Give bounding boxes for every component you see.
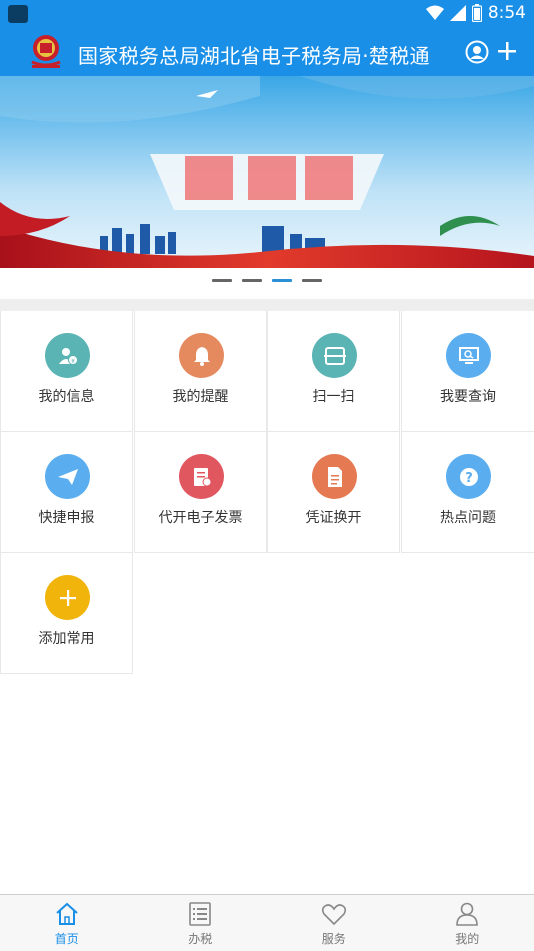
add-icon[interactable] xyxy=(496,40,518,62)
wifi-icon xyxy=(426,5,444,21)
home-icon xyxy=(54,901,80,927)
tab-label: 我的 xyxy=(401,930,534,947)
battery-icon xyxy=(472,4,482,22)
grid-item-my-info[interactable]: ¥ 我的信息 xyxy=(0,311,133,432)
grid-item-quick-declare[interactable]: 快捷申报 xyxy=(0,432,133,553)
grid-item-label: 凭证换开 xyxy=(268,507,399,527)
add-icon xyxy=(45,575,90,620)
status-bar: 8:54 xyxy=(0,0,534,28)
tab-home[interactable]: 首页 xyxy=(0,895,134,951)
list-icon xyxy=(187,901,213,927)
carousel-dot-active[interactable] xyxy=(272,279,292,282)
question-icon: ? xyxy=(446,454,491,499)
grid-item-add-favorite[interactable]: 添加常用 xyxy=(0,553,133,674)
svg-text:¥: ¥ xyxy=(71,358,75,365)
grid-item-label: 热点问题 xyxy=(402,507,534,527)
grid-item-label: 添加常用 xyxy=(1,628,132,648)
app-header: 国家税务总局湖北省电子税务局·楚税通 xyxy=(0,28,534,76)
user-info-icon: ¥ xyxy=(45,333,90,378)
tab-mine[interactable]: 我的 xyxy=(401,895,534,951)
carousel-dot[interactable] xyxy=(212,279,232,282)
monitor-search-icon xyxy=(446,333,491,378)
tax-emblem-icon xyxy=(26,32,66,72)
grid-item-label: 扫一扫 xyxy=(268,386,399,406)
grid-item-label: 代开电子发票 xyxy=(135,507,266,527)
banner-carousel[interactable] xyxy=(0,76,534,268)
bottom-tab-bar: 首页 办税 服务 我的 xyxy=(0,894,534,951)
banner-image xyxy=(0,76,534,268)
grid-item-label: 我的信息 xyxy=(1,386,132,406)
grid-item-label: 快捷申报 xyxy=(1,507,132,527)
app-notification-icon xyxy=(8,5,28,23)
carousel-indicator xyxy=(0,279,534,282)
grid-item-voucher-exchange[interactable]: 凭证换开 xyxy=(267,432,400,553)
section-divider xyxy=(0,299,534,311)
grid-item-label: 我的提醒 xyxy=(135,386,266,406)
grid-item-scan[interactable]: 扫一扫 xyxy=(267,311,400,432)
user-account-icon[interactable] xyxy=(465,40,489,64)
svg-text:?: ? xyxy=(465,471,473,486)
tab-services[interactable]: 服务 xyxy=(267,895,401,951)
bell-icon xyxy=(179,333,224,378)
grid-item-my-reminders[interactable]: 我的提醒 xyxy=(134,311,267,432)
status-icons: 8:54 xyxy=(426,3,526,23)
grid-item-e-invoice[interactable]: 代开电子发票 xyxy=(134,432,267,553)
invoice-icon xyxy=(179,454,224,499)
tab-tax-handling[interactable]: 办税 xyxy=(134,895,268,951)
grid-item-query[interactable]: 我要查询 xyxy=(401,311,534,432)
tab-label: 首页 xyxy=(0,930,134,947)
grid-item-label: 我要查询 xyxy=(402,386,534,406)
tab-label: 办税 xyxy=(134,930,268,947)
document-icon xyxy=(312,454,357,499)
scan-icon xyxy=(312,333,357,378)
paper-plane-icon xyxy=(45,454,90,499)
grid-item-hot-questions[interactable]: ? 热点问题 xyxy=(401,432,534,553)
signal-icon xyxy=(450,5,466,21)
heart-icon xyxy=(321,901,347,927)
status-time: 8:54 xyxy=(488,3,526,23)
tab-label: 服务 xyxy=(267,930,401,947)
person-icon xyxy=(454,901,480,927)
carousel-dot[interactable] xyxy=(302,279,322,282)
page-title: 国家税务总局湖北省电子税务局·楚税通 xyxy=(78,40,430,69)
carousel-dot[interactable] xyxy=(242,279,262,282)
